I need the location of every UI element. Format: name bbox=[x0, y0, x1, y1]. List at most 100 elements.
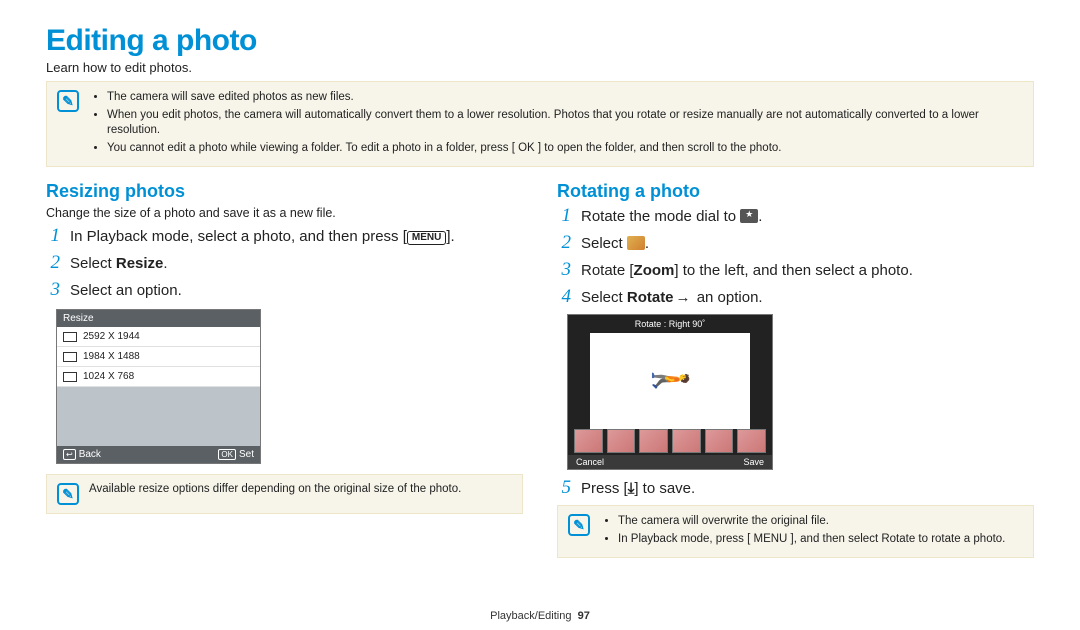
step-number: 3 bbox=[46, 280, 60, 300]
save-button[interactable]: Save bbox=[743, 457, 764, 467]
size-icon bbox=[63, 372, 77, 382]
resize-ui-title: Resize bbox=[57, 310, 260, 327]
resize-option-label: 2592 X 1944 bbox=[83, 331, 140, 342]
rotate-note-list: The camera will overwrite the original f… bbox=[600, 514, 1005, 549]
arrow-icon: → bbox=[674, 289, 693, 306]
rotate-note-item: The camera will overwrite the original f… bbox=[618, 514, 1005, 530]
step-1: 1 Rotate the mode dial to . bbox=[557, 206, 1034, 227]
page-title: Editing a photo bbox=[46, 24, 1034, 58]
back-label: Back bbox=[79, 449, 101, 460]
step-text: Select an option. bbox=[70, 280, 182, 301]
bold-text: Zoom bbox=[634, 262, 675, 279]
step-2: 2 Select Resize. bbox=[46, 253, 523, 274]
resizing-section: Resizing photos Change the size of a pho… bbox=[46, 181, 523, 558]
top-note-list: The camera will save edited photos as ne… bbox=[89, 90, 1023, 158]
rotate-thumb[interactable] bbox=[737, 429, 766, 453]
rotate-note-item: In Playback mode, press [ MENU ], and th… bbox=[618, 532, 1005, 548]
step-number: 4 bbox=[557, 287, 571, 307]
text: an option. bbox=[693, 289, 763, 306]
rotate-ui-label: Rotate : Right 90˚ bbox=[568, 319, 772, 329]
person-silhouette-icon: 🚶 bbox=[650, 360, 690, 402]
resize-camera-ui: Resize 2592 X 1944 1984 X 1488 1024 X 76… bbox=[56, 309, 261, 464]
top-note-item: You cannot edit a photo while viewing a … bbox=[107, 141, 1023, 157]
step-text: Select . bbox=[581, 233, 649, 254]
text: Select bbox=[581, 289, 627, 306]
back-button[interactable]: ↩Back bbox=[63, 449, 101, 460]
rotate-thumb[interactable] bbox=[705, 429, 734, 453]
edit-mode-icon bbox=[627, 236, 645, 250]
text: . bbox=[163, 255, 167, 272]
top-note-box: ✎ The camera will save edited photos as … bbox=[46, 81, 1034, 167]
size-icon bbox=[63, 352, 77, 362]
text: . bbox=[758, 208, 762, 225]
top-note-item: The camera will save edited photos as ne… bbox=[107, 90, 1023, 106]
text: Rotate [ bbox=[581, 262, 634, 279]
text: Press [ bbox=[581, 480, 628, 497]
text: Rotate the mode dial to bbox=[581, 208, 740, 225]
rotate-thumbnails bbox=[574, 429, 766, 453]
rotating-section: Rotating a photo 1 Rotate the mode dial … bbox=[557, 181, 1034, 558]
step-text: In Playback mode, select a photo, and th… bbox=[70, 226, 455, 247]
step-5: 5 Press [⤓] to save. bbox=[557, 478, 1034, 499]
step-number: 3 bbox=[557, 260, 571, 280]
step-text: Select Rotate→ an option. bbox=[581, 287, 763, 308]
note-icon: ✎ bbox=[57, 483, 79, 505]
text: Select bbox=[70, 255, 116, 272]
text: ] to save. bbox=[634, 480, 695, 497]
bold-text: Resize bbox=[116, 255, 164, 272]
top-note-item: When you edit photos, the camera will au… bbox=[107, 108, 1023, 139]
set-label: Set bbox=[239, 449, 254, 460]
menu-icon: MENU bbox=[407, 231, 446, 245]
rotate-thumb[interactable] bbox=[672, 429, 701, 453]
rotating-heading: Rotating a photo bbox=[557, 181, 1034, 202]
note-icon: ✎ bbox=[57, 90, 79, 112]
text: Select bbox=[581, 235, 627, 252]
cancel-button[interactable]: Cancel bbox=[576, 457, 604, 467]
step-number: 5 bbox=[557, 478, 571, 498]
step-number: 1 bbox=[557, 206, 571, 226]
rotate-thumb[interactable] bbox=[639, 429, 668, 453]
page-number: 97 bbox=[578, 610, 590, 622]
rotating-steps: 1 Rotate the mode dial to . 2 Select . 3… bbox=[557, 206, 1034, 308]
back-icon: ↩ bbox=[63, 449, 76, 460]
step-number: 2 bbox=[46, 253, 60, 273]
resize-note-box: ✎ Available resize options differ depend… bbox=[46, 474, 523, 514]
step-text: Rotate the mode dial to . bbox=[581, 206, 762, 227]
rotating-steps-cont: 5 Press [⤓] to save. bbox=[557, 478, 1034, 499]
footer-section: Playback/Editing bbox=[490, 610, 571, 622]
step-text: Press [⤓] to save. bbox=[581, 478, 695, 499]
resize-option-row[interactable]: 1984 X 1488 bbox=[57, 347, 260, 367]
step-number: 1 bbox=[46, 226, 60, 246]
resize-option-label: 1024 X 768 bbox=[83, 371, 134, 382]
rotate-ui-footer: Cancel Save bbox=[568, 455, 772, 469]
page-footer: Playback/Editing 97 bbox=[0, 610, 1080, 622]
step-3: 3 Select an option. bbox=[46, 280, 523, 301]
step-text: Rotate [Zoom] to the left, and then sele… bbox=[581, 260, 913, 281]
set-button[interactable]: OKSet bbox=[218, 449, 254, 460]
step-3: 3 Rotate [Zoom] to the left, and then se… bbox=[557, 260, 1034, 281]
ok-icon: OK bbox=[218, 449, 236, 460]
rotate-note-box: ✎ The camera will overwrite the original… bbox=[557, 505, 1034, 558]
bold-text: Rotate bbox=[627, 289, 674, 306]
text: ]. bbox=[446, 228, 454, 245]
resize-option-list: 2592 X 1944 1984 X 1488 1024 X 768 bbox=[57, 327, 260, 387]
step-4: 4 Select Rotate→ an option. bbox=[557, 287, 1034, 308]
resize-option-label: 1984 X 1488 bbox=[83, 351, 140, 362]
rotate-preview: 🚶 bbox=[590, 333, 750, 429]
step-text: Select Resize. bbox=[70, 253, 168, 274]
resizing-steps: 1 In Playback mode, select a photo, and … bbox=[46, 226, 523, 301]
text: In Playback mode, select a photo, and th… bbox=[70, 228, 407, 245]
text: ] to the left, and then select a photo. bbox=[674, 262, 913, 279]
rotate-thumb[interactable] bbox=[574, 429, 603, 453]
rotate-thumb[interactable] bbox=[607, 429, 636, 453]
rotate-camera-ui: Rotate : Right 90˚ 🚶 Cancel Save bbox=[567, 314, 773, 470]
resize-note-text: Available resize options differ dependin… bbox=[89, 483, 461, 495]
mode-dial-icon bbox=[740, 209, 758, 223]
step-number: 2 bbox=[557, 233, 571, 253]
resizing-desc: Change the size of a photo and save it a… bbox=[46, 206, 523, 220]
size-icon bbox=[63, 332, 77, 342]
resize-option-row[interactable]: 2592 X 1944 bbox=[57, 327, 260, 347]
step-1: 1 In Playback mode, select a photo, and … bbox=[46, 226, 523, 247]
step-2: 2 Select . bbox=[557, 233, 1034, 254]
resize-option-row[interactable]: 1024 X 768 bbox=[57, 367, 260, 387]
